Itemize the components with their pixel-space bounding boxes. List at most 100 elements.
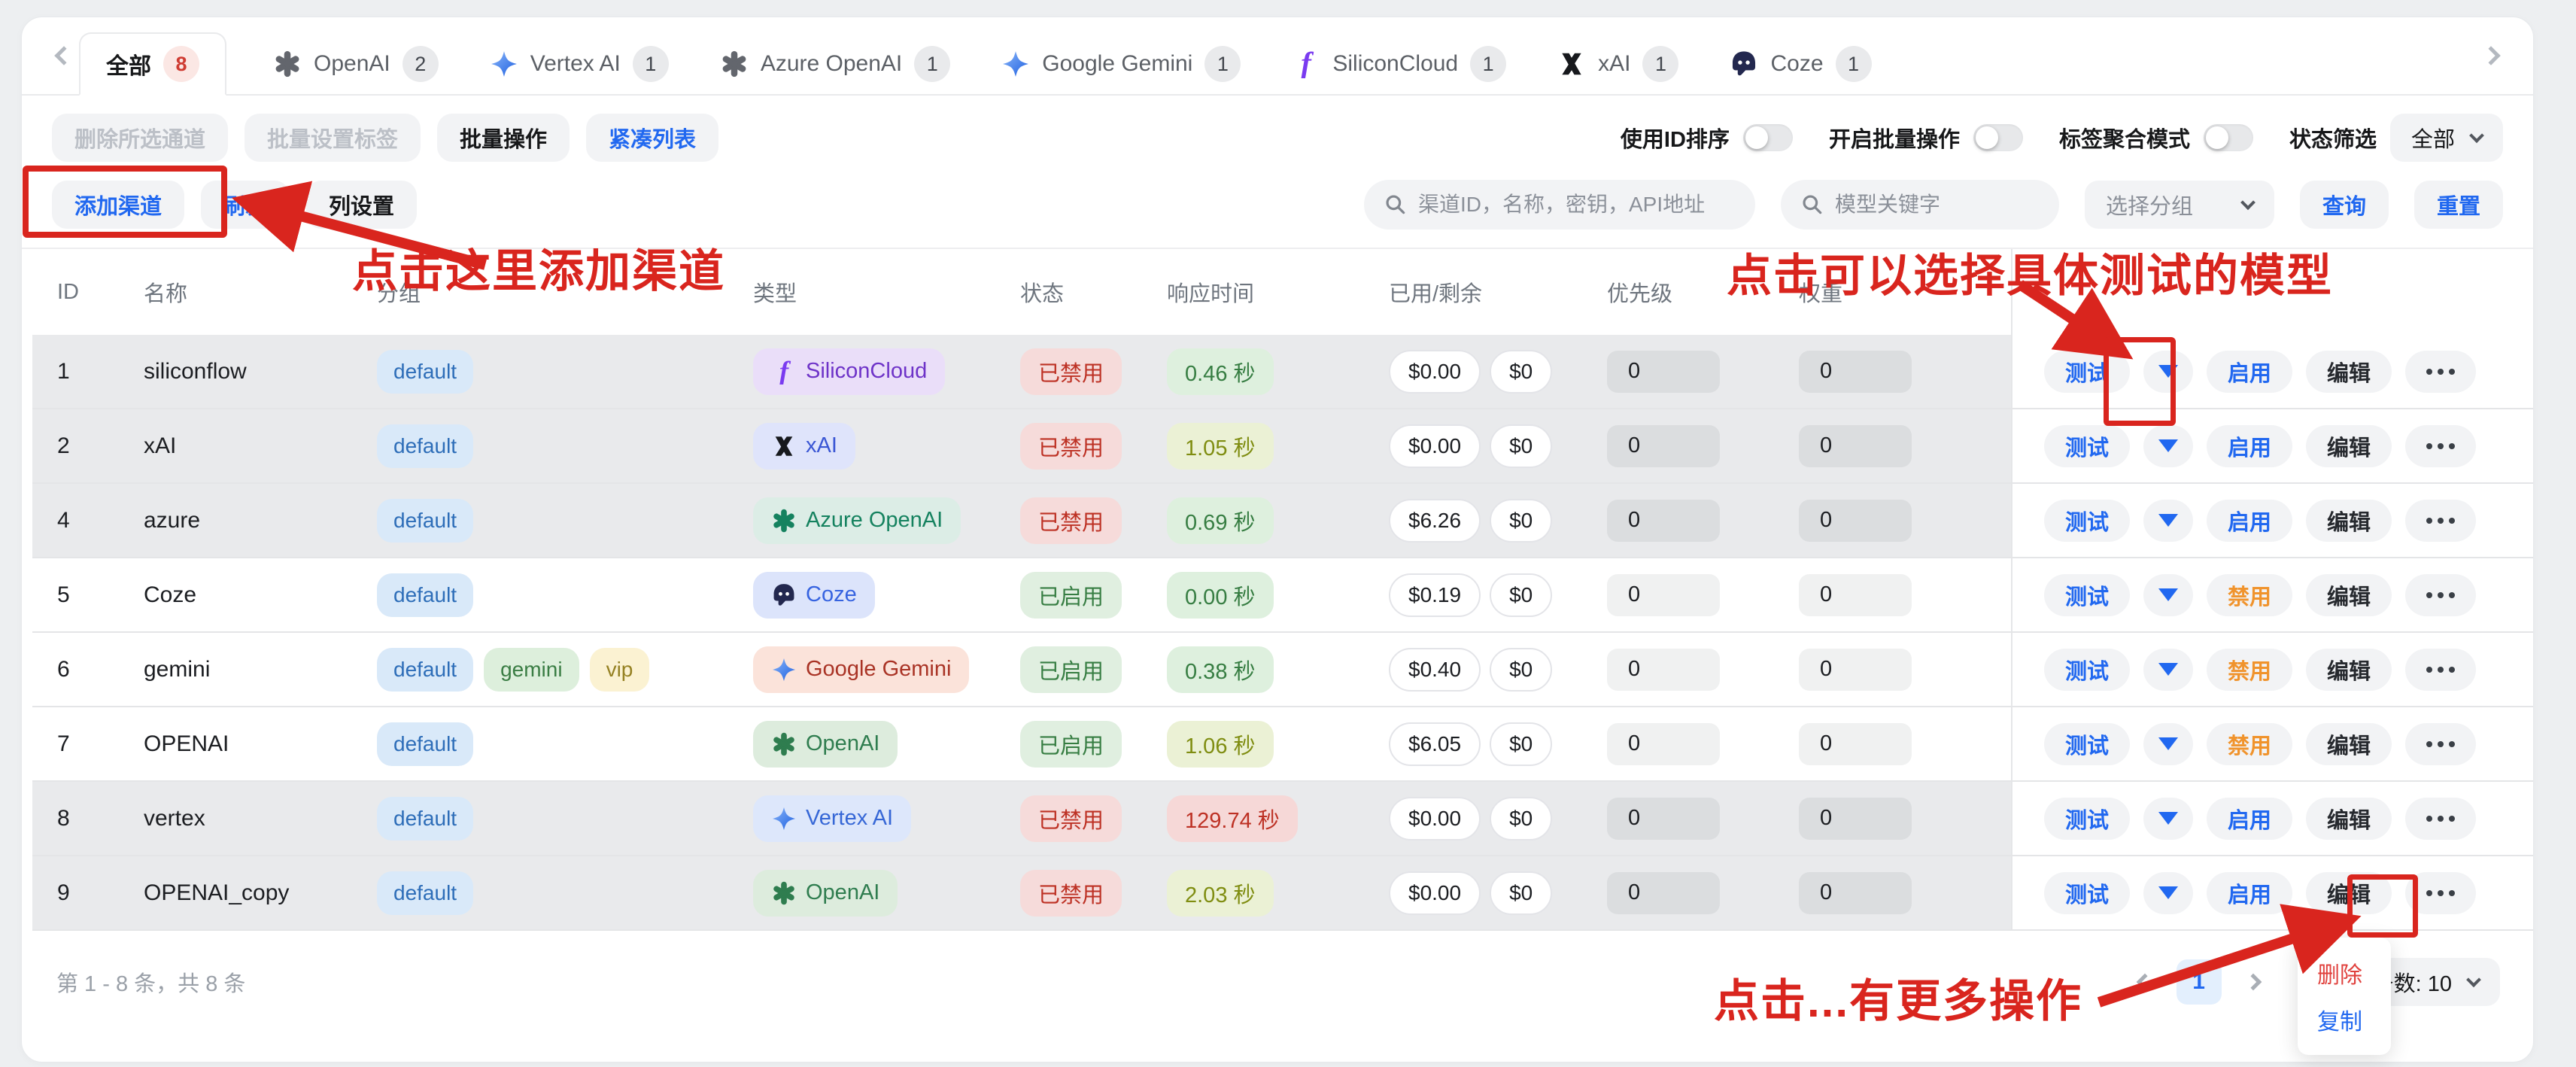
edit-button[interactable]: 编辑 [2306, 574, 2392, 616]
test-model-caret-button[interactable] [2143, 425, 2193, 467]
response-time-badge[interactable]: 129.74 秒 [1167, 795, 1298, 842]
disable-button[interactable]: 禁用 [2207, 574, 2292, 616]
enable-button[interactable]: 启用 [2207, 500, 2292, 542]
test-model-caret-button[interactable] [2143, 798, 2193, 840]
remaining-quota-pill: $0 [1490, 499, 1552, 543]
group-tag: default [377, 648, 473, 692]
response-time-badge[interactable]: 1.06 秒 [1167, 721, 1274, 768]
more-actions-button[interactable] [2405, 649, 2476, 691]
edit-button[interactable]: 编辑 [2306, 649, 2392, 691]
tag-aggregate-toggle[interactable] [2204, 124, 2253, 151]
disable-button[interactable]: 禁用 [2207, 723, 2292, 765]
test-model-caret-button[interactable] [2143, 872, 2193, 914]
reset-button[interactable]: 重置 [2414, 181, 2503, 229]
priority-value[interactable]: 0 [1607, 798, 1720, 840]
enable-button[interactable]: 启用 [2207, 351, 2292, 393]
priority-value[interactable]: 0 [1607, 723, 1720, 765]
more-actions-button[interactable] [2405, 425, 2476, 467]
weight-value[interactable]: 0 [1799, 872, 1912, 914]
edit-button[interactable]: 编辑 [2306, 425, 2392, 467]
enable-button[interactable]: 启用 [2207, 425, 2292, 467]
status-badge: 已启用 [1020, 721, 1122, 768]
test-button[interactable]: 测试 [2044, 500, 2130, 542]
tab-全部[interactable]: 全部8 [79, 32, 226, 96]
annotation-box-test-caret [2104, 337, 2176, 426]
priority-value[interactable]: 0 [1607, 574, 1720, 616]
tabs-scroll-right-button[interactable] [2476, 41, 2506, 71]
tabs-scroll-left-button[interactable] [49, 41, 79, 71]
compact-list-button[interactable]: 紧凑列表 [586, 114, 718, 162]
response-time-badge[interactable]: 0.38 秒 [1167, 646, 1274, 693]
page-number-button[interactable]: 1 [2177, 959, 2222, 1005]
response-time-badge[interactable]: 0.46 秒 [1167, 348, 1274, 395]
batch-operations-button[interactable]: 批量操作 [437, 114, 570, 162]
more-actions-button[interactable] [2405, 351, 2476, 393]
response-time-badge[interactable]: 2.03 秒 [1167, 870, 1274, 917]
channel-name: gemini [144, 657, 377, 682]
test-button[interactable]: 测试 [2044, 425, 2130, 467]
enable-button[interactable]: 启用 [2207, 798, 2292, 840]
weight-value[interactable]: 0 [1799, 351, 1912, 393]
batch-set-tag-button[interactable]: 批量设置标签 [245, 114, 421, 162]
test-model-caret-button[interactable] [2143, 723, 2193, 765]
enable-batch-toggle[interactable] [1973, 124, 2023, 151]
tab-openai[interactable]: OpenAI2 [248, 32, 464, 96]
priority-value[interactable]: 0 [1607, 649, 1720, 691]
more-actions-button[interactable] [2405, 574, 2476, 616]
more-actions-button[interactable] [2405, 723, 2476, 765]
channel-search-input[interactable] [1364, 180, 1755, 230]
test-button[interactable]: 测试 [2044, 723, 2130, 765]
test-button[interactable]: 测试 [2044, 798, 2130, 840]
more-actions-button[interactable] [2405, 500, 2476, 542]
edit-button[interactable]: 编辑 [2306, 798, 2392, 840]
tab-vertex-ai[interactable]: Vertex AI1 [464, 32, 694, 96]
weight-value[interactable]: 0 [1799, 500, 1912, 542]
page-next-button[interactable] [2244, 974, 2262, 991]
weight-value[interactable]: 0 [1799, 723, 1912, 765]
coze-bot-icon [771, 582, 797, 608]
status-filter-select[interactable]: 全部 [2390, 114, 2503, 162]
status-filter-value: 全部 [2411, 122, 2455, 154]
page-prev-button[interactable] [2136, 974, 2153, 991]
enable-button[interactable]: 启用 [2207, 872, 2292, 914]
priority-value[interactable]: 0 [1607, 425, 1720, 467]
test-model-caret-button[interactable] [2143, 500, 2193, 542]
priority-value[interactable]: 0 [1607, 500, 1720, 542]
delete-selected-button[interactable]: 删除所选通道 [52, 114, 228, 162]
column-settings-button[interactable]: 列设置 [306, 181, 417, 229]
weight-value[interactable]: 0 [1799, 425, 1912, 467]
tab-xai[interactable]: xAI1 [1532, 32, 1704, 96]
edit-button[interactable]: 编辑 [2306, 351, 2392, 393]
tab-azure-openai[interactable]: Azure OpenAI1 [694, 32, 976, 96]
priority-value[interactable]: 0 [1607, 351, 1720, 393]
table-row: 7 OPENAI default OpenAI 已启用 1.06 秒 $6.05… [32, 707, 2533, 782]
use-id-sort-toggle[interactable] [1743, 124, 1793, 151]
weight-value[interactable]: 0 [1799, 574, 1912, 616]
channel-response-time: 129.74 秒 [1167, 795, 1389, 842]
channel-id: 2 [32, 433, 144, 459]
response-time-badge[interactable]: 0.00 秒 [1167, 572, 1274, 619]
chevron-down-icon [2466, 972, 2481, 987]
test-button[interactable]: 测试 [2044, 872, 2130, 914]
edit-button[interactable]: 编辑 [2306, 723, 2392, 765]
test-button[interactable]: 测试 [2044, 574, 2130, 616]
tab-coze[interactable]: Coze1 [1704, 32, 1897, 96]
priority-value[interactable]: 0 [1607, 872, 1720, 914]
query-button[interactable]: 查询 [2300, 181, 2389, 229]
disable-button[interactable]: 禁用 [2207, 649, 2292, 691]
test-model-caret-button[interactable] [2143, 574, 2193, 616]
test-model-caret-button[interactable] [2143, 649, 2193, 691]
tab-siliconcloud[interactable]: fSiliconCloud1 [1266, 32, 1532, 96]
menu-item-delete[interactable]: 删除 [2298, 950, 2391, 996]
group-select[interactable]: 选择分组 [2085, 181, 2274, 229]
tab-google-gemini[interactable]: Google Gemini1 [976, 32, 1266, 96]
more-actions-button[interactable] [2405, 798, 2476, 840]
response-time-badge[interactable]: 0.69 秒 [1167, 497, 1274, 544]
weight-value[interactable]: 0 [1799, 798, 1912, 840]
menu-item-copy[interactable]: 复制 [2298, 996, 2391, 1043]
response-time-badge[interactable]: 1.05 秒 [1167, 423, 1274, 470]
annotation-more-actions-tip: 点击...有更多操作 [1714, 965, 2082, 1030]
test-button[interactable]: 测试 [2044, 649, 2130, 691]
edit-button[interactable]: 编辑 [2306, 500, 2392, 542]
weight-value[interactable]: 0 [1799, 649, 1912, 691]
